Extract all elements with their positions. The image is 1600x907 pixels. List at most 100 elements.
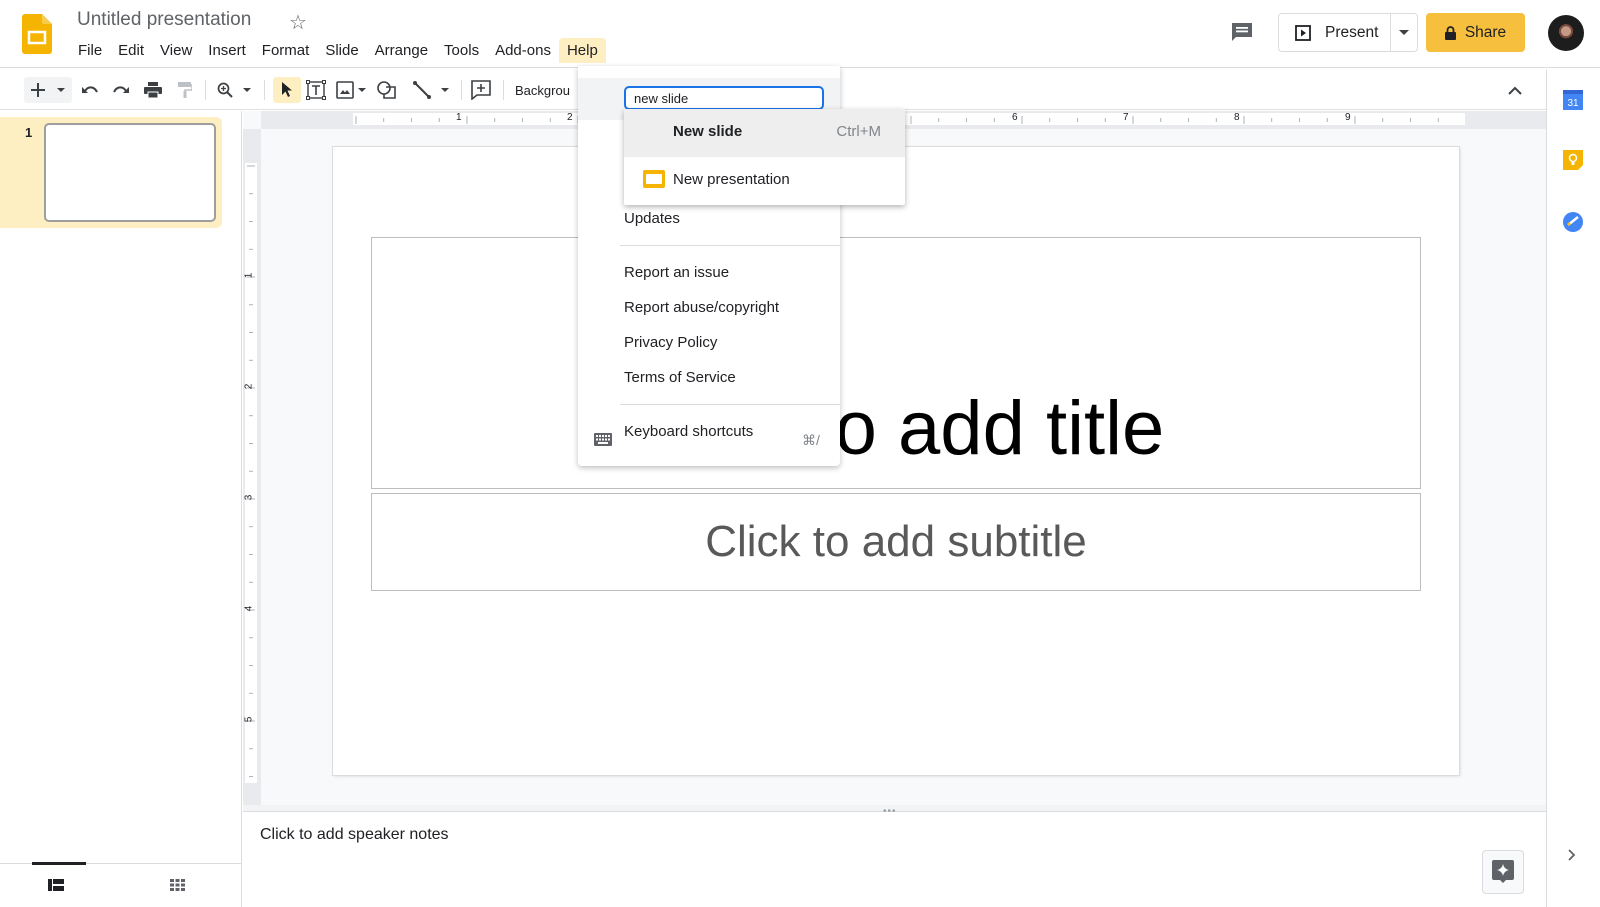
print-icon xyxy=(144,82,162,98)
menu-edit[interactable]: Edit xyxy=(110,38,152,63)
keyboard-shortcut-hint: ⌘/ xyxy=(802,432,820,448)
explore-button[interactable] xyxy=(1482,850,1524,894)
menu-slide[interactable]: Slide xyxy=(317,38,366,63)
search-result-new-presentation[interactable]: New presentation xyxy=(624,157,905,205)
help-menu-item-keyboard-shortcuts[interactable]: Keyboard shortcuts xyxy=(624,423,753,440)
filmstrip-view-tab[interactable] xyxy=(48,878,64,896)
present-options-button[interactable] xyxy=(1391,29,1417,36)
select-cursor-icon xyxy=(282,82,292,97)
menu-bar: File Edit View Insert Format Slide Arran… xyxy=(70,38,606,63)
grid-view-icon xyxy=(170,879,185,891)
show-side-panel-button[interactable] xyxy=(1567,848,1581,862)
slides-icon xyxy=(643,170,665,188)
redo-button[interactable] xyxy=(111,77,131,103)
ruler-label: 2 xyxy=(567,112,573,123)
help-menu-item-privacy-policy[interactable]: Privacy Policy xyxy=(624,334,717,351)
ruler-label: 5 xyxy=(243,716,255,723)
search-result-shortcut: Ctrl+M xyxy=(836,123,881,140)
ruler-track: 1 2 3 4 5 xyxy=(243,163,257,783)
image-button[interactable] xyxy=(333,77,369,103)
shape-icon xyxy=(377,81,396,99)
line-icon xyxy=(413,81,431,99)
ruler-label: 3 xyxy=(243,494,255,501)
notes-resize-handle[interactable]: ••• xyxy=(243,805,1546,817)
help-menu-item-report-issue[interactable]: Report an issue xyxy=(624,264,729,281)
account-avatar[interactable] xyxy=(1548,15,1584,51)
caret-down-icon xyxy=(57,87,65,92)
ruler-track: 1 2 6 7 8 9 xyxy=(353,112,1465,125)
vertical-ruler[interactable]: 1 2 3 4 5 xyxy=(243,129,261,805)
slide-canvas[interactable]: Click to add title Click to add subtitle xyxy=(333,147,1459,775)
subtitle-placeholder-text: Click to add subtitle xyxy=(705,517,1087,566)
background-button[interactable]: Backgrou xyxy=(515,77,570,103)
slides-logo-icon[interactable] xyxy=(22,14,52,54)
menu-insert[interactable]: Insert xyxy=(200,38,254,63)
help-menu-item-terms[interactable]: Terms of Service xyxy=(624,369,736,386)
present-icon xyxy=(1295,24,1311,41)
menu-format[interactable]: Format xyxy=(254,38,318,63)
speaker-notes[interactable]: Click to add speaker notes xyxy=(243,812,1546,907)
add-comment-button[interactable] xyxy=(469,77,493,103)
title-placeholder[interactable]: Click to add title xyxy=(371,237,1421,489)
calendar-icon[interactable]: 31 xyxy=(1563,90,1583,110)
caret-down-icon xyxy=(441,87,449,92)
slide-thumbnail[interactable] xyxy=(44,123,216,222)
text-box-button[interactable] xyxy=(304,77,328,103)
share-button[interactable]: Share xyxy=(1426,13,1525,52)
ruler-label: 6 xyxy=(1012,112,1018,123)
ruler-label: 1 xyxy=(243,272,255,279)
shape-button[interactable] xyxy=(376,77,398,103)
select-button[interactable] xyxy=(273,77,301,103)
ruler-label: 9 xyxy=(1345,112,1351,123)
grid-view-tab[interactable] xyxy=(170,878,185,896)
tasks-icon[interactable] xyxy=(1563,212,1583,232)
view-tabs xyxy=(0,862,242,907)
present-label: Present xyxy=(1325,23,1379,41)
star-icon[interactable]: ☆ xyxy=(289,10,307,35)
line-button[interactable] xyxy=(410,77,452,103)
undo-button[interactable] xyxy=(80,77,100,103)
menu-separator xyxy=(620,404,840,405)
help-menu-item-report-abuse[interactable]: Report abuse/copyright xyxy=(624,299,779,316)
new-slide-button[interactable] xyxy=(24,77,72,103)
collapse-menus-button[interactable] xyxy=(1508,77,1522,103)
keep-icon[interactable] xyxy=(1563,150,1583,170)
search-result-new-slide[interactable]: New slide Ctrl+M xyxy=(624,109,905,157)
toolbar-separator xyxy=(461,80,462,100)
menu-view[interactable]: View xyxy=(152,38,200,63)
print-button[interactable] xyxy=(143,77,163,103)
redo-icon xyxy=(113,86,129,93)
menu-help[interactable]: Help xyxy=(558,38,606,63)
search-result-label: New presentation xyxy=(673,171,790,188)
toolbar-separator xyxy=(205,80,206,100)
document-title[interactable]: Untitled presentation xyxy=(77,9,251,31)
filmstrip: 1 xyxy=(0,111,242,907)
menu-arrange[interactable]: Arrange xyxy=(367,38,436,63)
slide-thumbnail-row[interactable]: 1 xyxy=(0,117,222,228)
ruler-label: 1 xyxy=(456,112,462,123)
speaker-notes-placeholder[interactable]: Click to add speaker notes xyxy=(260,826,449,844)
zoom-button[interactable] xyxy=(214,77,254,103)
undo-icon xyxy=(82,86,98,93)
menu-tools[interactable]: Tools xyxy=(436,38,487,63)
horizontal-ruler-ticks xyxy=(355,116,1439,124)
ruler-label: 7 xyxy=(1123,112,1129,123)
ruler-label: 8 xyxy=(1234,112,1240,123)
caret-down-icon xyxy=(358,87,366,92)
calendar-day: 31 xyxy=(1567,98,1579,109)
add-comment-icon xyxy=(471,80,491,100)
ruler-label: 2 xyxy=(243,383,255,390)
canvas-area: 1 2 6 7 8 9 1 2 3 4 5 Click to add title… xyxy=(243,111,1546,805)
help-menu-item-updates[interactable]: Updates xyxy=(624,210,680,227)
vertical-ruler-ticks xyxy=(247,165,255,777)
present-button[interactable]: Present xyxy=(1279,14,1392,51)
paint-format-button[interactable] xyxy=(175,77,195,103)
side-panel: 31 xyxy=(1546,70,1600,907)
chevron-up-icon xyxy=(1508,86,1522,95)
comments-icon[interactable] xyxy=(1230,20,1254,44)
plus-icon xyxy=(31,83,45,97)
menu-addons[interactable]: Add-ons xyxy=(487,38,559,63)
help-search-input[interactable] xyxy=(624,86,824,110)
subtitle-placeholder[interactable]: Click to add subtitle xyxy=(371,493,1421,591)
menu-file[interactable]: File xyxy=(70,38,110,63)
